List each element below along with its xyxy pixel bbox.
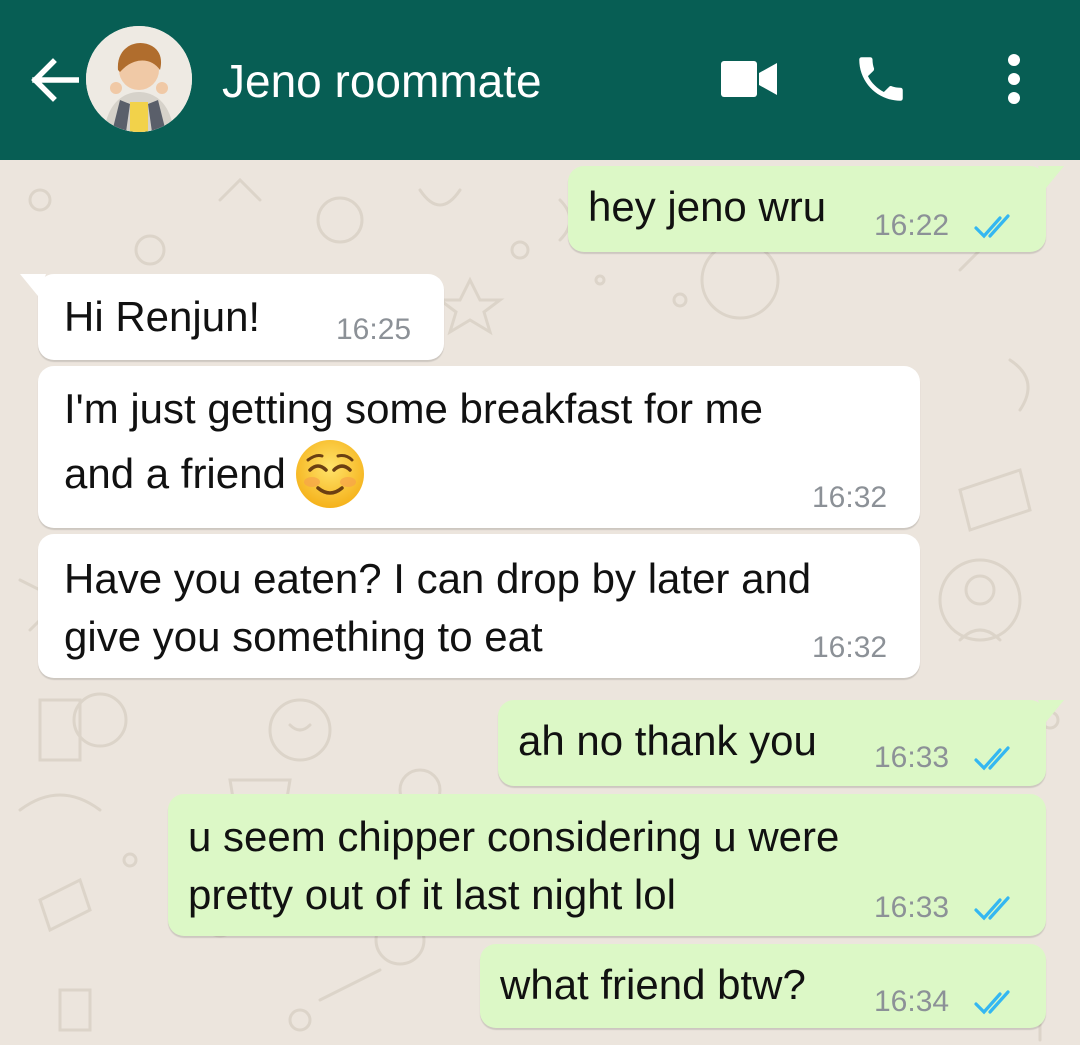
more-vertical-icon [1008, 54, 1020, 104]
video-call-button[interactable] [716, 54, 782, 104]
message-text: what friend btw? [500, 961, 806, 1008]
video-camera-icon [721, 61, 777, 97]
message-time: 16:34 [874, 985, 950, 1018]
message-body: I'm just getting some breakfast for me a… [64, 385, 763, 497]
message-bubble-incoming[interactable]: Hi Renjun! 16:25 [20, 274, 444, 360]
contact-name[interactable]: Jeno roommate [222, 52, 542, 110]
message-time: 16:32 [812, 631, 888, 664]
voice-call-button[interactable] [848, 46, 914, 112]
message-text: Have you eaten? I can drop by later and … [64, 555, 812, 660]
arrow-left-icon [31, 58, 79, 102]
message-bubble-outgoing[interactable]: what friend btw? 16:34 [480, 944, 1046, 1028]
message-text: hey jeno wru [588, 183, 827, 230]
message-bubble-incoming[interactable]: I'm just getting some breakfast for me a… [38, 366, 920, 528]
message-time: 16:33 [874, 741, 950, 774]
double-check-icon [974, 214, 1010, 239]
message-time: 16:22 [874, 209, 950, 242]
double-check-icon [974, 896, 1010, 921]
message-bubble-outgoing[interactable]: u seem chipper considering u were pretty… [168, 794, 1046, 936]
message-text: u seem chipper considering u were pretty… [188, 813, 840, 918]
chat-header: Jeno roommate [0, 0, 1080, 160]
message-bubble-outgoing[interactable]: hey jeno wru 16:22 [568, 166, 1064, 252]
message-bubble-outgoing[interactable]: ah no thank you 16:33 [498, 700, 1064, 786]
double-check-icon [974, 990, 1010, 1015]
avatar-photo [86, 26, 192, 132]
double-check-icon [974, 746, 1010, 771]
message-time: 16:25 [336, 313, 412, 346]
message-text: Hi Renjun! [64, 293, 261, 340]
message-text: ah no thank you [518, 717, 817, 764]
message-time: 16:32 [812, 481, 888, 514]
message-bubble-incoming[interactable]: Have you eaten? I can drop by later and … [38, 534, 920, 678]
smiling-face-emoji [294, 438, 366, 510]
chat-area[interactable]: hey jeno wru 16:22 Hi Renjun! 16:25 I'm … [0, 160, 1080, 1045]
message-text: I'm just getting some breakfast for me a… [64, 380, 763, 510]
avatar[interactable] [86, 26, 192, 132]
more-options-button[interactable] [990, 46, 1038, 112]
message-time: 16:33 [874, 891, 950, 924]
back-button[interactable] [24, 50, 84, 110]
phone-icon [859, 57, 903, 101]
